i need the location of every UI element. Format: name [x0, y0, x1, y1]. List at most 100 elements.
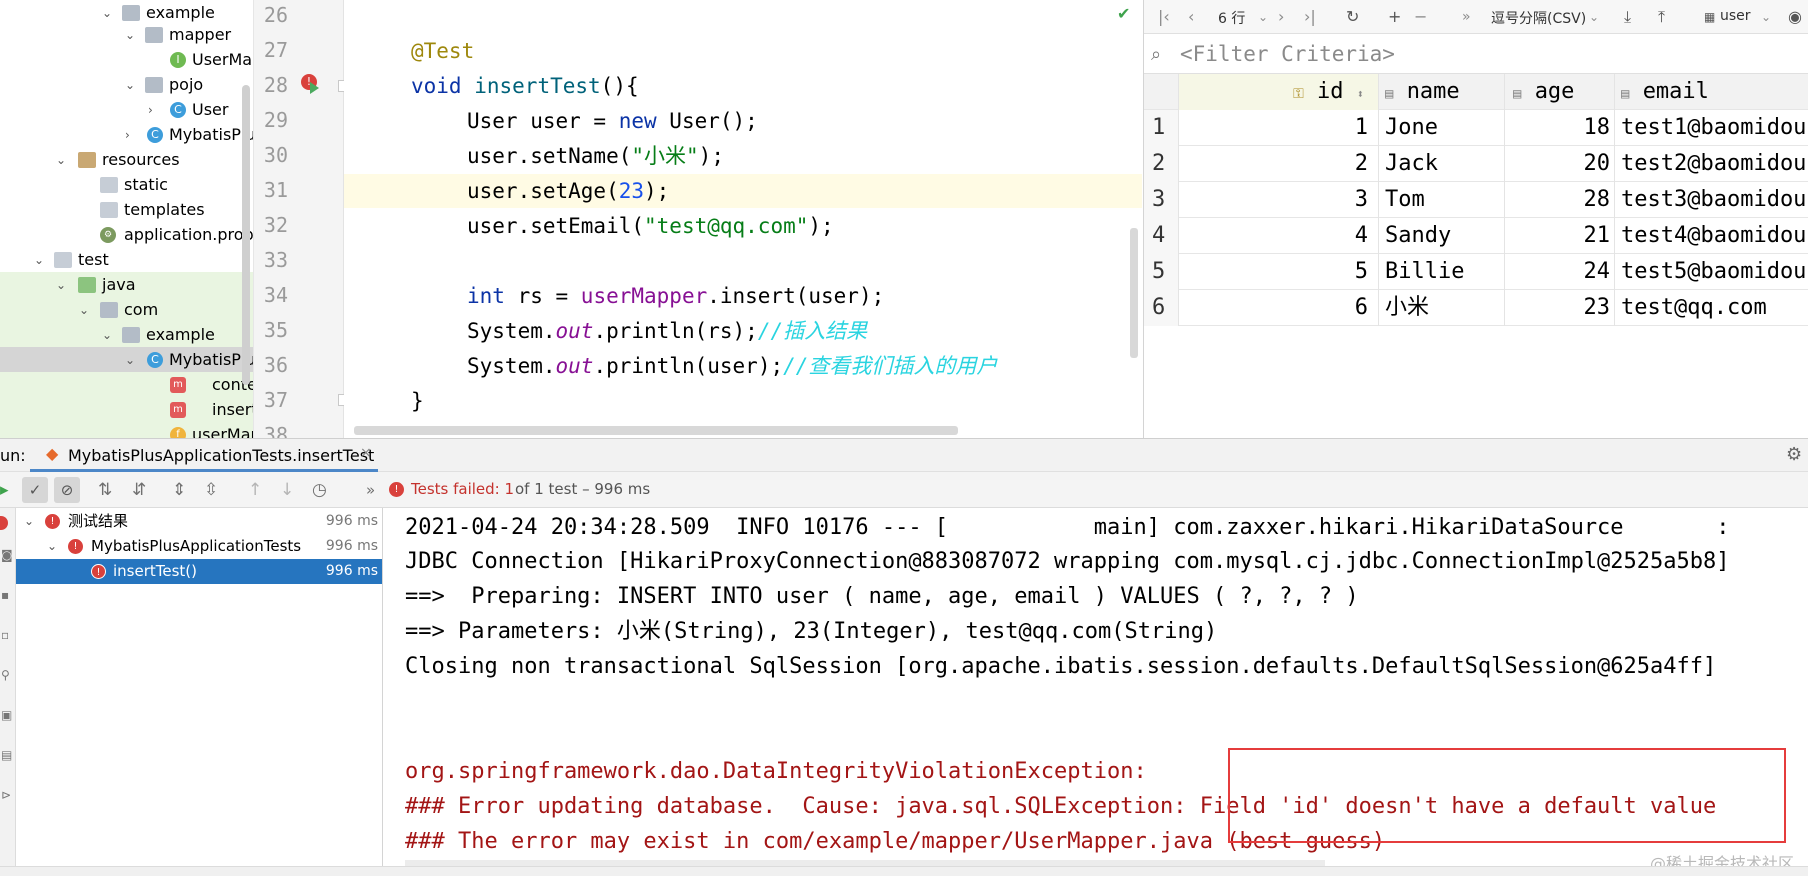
- tree-item-mapper[interactable]: ⌄ mapper: [0, 22, 253, 47]
- next-failed-icon[interactable]: ↓: [280, 480, 294, 500]
- previous-failed-icon[interactable]: ↑: [248, 480, 262, 500]
- tree-item-pojo[interactable]: ⌄ pojo: [0, 72, 253, 97]
- tree-item-tests-class[interactable]: ⌄ C MybatisPlusApplicationTests: [0, 347, 253, 372]
- refresh-icon[interactable]: ↻: [1346, 7, 1359, 26]
- cell-age[interactable]: 23: [1505, 290, 1615, 326]
- cell-id[interactable]: 2: [1179, 146, 1379, 182]
- test-node-root[interactable]: ⌄ ! 测试结果 996 ms: [16, 509, 382, 534]
- column-header-email[interactable]: ▤ email: [1615, 74, 1808, 110]
- first-page-icon[interactable]: |‹: [1158, 7, 1170, 26]
- table-row[interactable]: 1 1 Jone 18 test1@baomidou.com: [1144, 110, 1808, 146]
- chevron-down-icon[interactable]: ⌄: [24, 509, 34, 534]
- code-editor[interactable]: @Test void insertTest(){ User user = new…: [344, 0, 1142, 438]
- show-ignored-toggle[interactable]: ⊘: [54, 477, 80, 503]
- tree-scrollbar[interactable]: [242, 85, 250, 385]
- last-page-icon[interactable]: ›|: [1304, 7, 1316, 26]
- tree-item-application[interactable]: › C MybatisPlusApplication: [0, 122, 253, 147]
- check-icon[interactable]: ✔: [1117, 4, 1130, 23]
- next-page-icon[interactable]: ›: [1278, 7, 1284, 26]
- rerun-icon[interactable]: ▸: [0, 480, 9, 500]
- settings-icon[interactable]: ▤: [1, 748, 12, 762]
- filter-criteria-input[interactable]: ⌕ <Filter Criteria>: [1144, 34, 1808, 74]
- cell-email[interactable]: test4@baomidou.com: [1615, 218, 1808, 254]
- show-passed-toggle[interactable]: ✓: [22, 477, 48, 503]
- chevron-down-icon[interactable]: ⌄: [47, 534, 57, 559]
- pin-tab-icon[interactable]: ⊳: [1, 788, 11, 802]
- more-icon[interactable]: »: [366, 481, 375, 499]
- tree-item-resources[interactable]: ⌄ resources: [0, 147, 253, 172]
- camera-icon[interactable]: ◙: [1, 548, 13, 562]
- tree-item-user[interactable]: › C User: [0, 97, 253, 122]
- cell-age[interactable]: 21: [1505, 218, 1615, 254]
- layout-icon[interactable]: ▣: [1, 708, 12, 722]
- run-tab[interactable]: MybatisPlusApplicationTests.insertTest: [68, 446, 374, 465]
- cell-age[interactable]: 18: [1505, 110, 1615, 146]
- column-header-age[interactable]: ▤ age: [1505, 74, 1615, 110]
- cell-email[interactable]: test2@baomidou.com: [1615, 146, 1808, 182]
- add-row-icon[interactable]: +: [1388, 7, 1401, 26]
- upload-icon[interactable]: ⤒: [1658, 7, 1665, 27]
- pin-icon[interactable]: ⚲: [1, 668, 10, 682]
- chevron-down-icon[interactable]: ⌄: [1258, 10, 1268, 24]
- cell-email[interactable]: test1@baomidou.com: [1615, 110, 1808, 146]
- close-tab-icon[interactable]: ×: [360, 445, 372, 461]
- cell-id[interactable]: 5: [1179, 254, 1379, 290]
- test-node-method[interactable]: ! insertTest() 996 ms: [16, 559, 382, 584]
- tree-item-test[interactable]: ⌄ test: [0, 247, 253, 272]
- tree-item-com[interactable]: ⌄ com: [0, 297, 253, 322]
- chevron-down-icon[interactable]: ⌄: [34, 254, 44, 266]
- column-header-id[interactable]: ⚿ id ⬍: [1179, 74, 1379, 110]
- cell-id[interactable]: 6: [1179, 290, 1379, 326]
- table-row[interactable]: 5 5 Billie 24 test5@baomidou.com: [1144, 254, 1808, 290]
- sort-alpha-icon[interactable]: ⇅: [98, 480, 112, 500]
- cell-id[interactable]: 3: [1179, 182, 1379, 218]
- chevron-down-icon[interactable]: ⌄: [125, 79, 135, 91]
- expand-all-icon[interactable]: ⇕: [172, 480, 186, 500]
- export-icon[interactable]: ▫: [1, 628, 9, 642]
- collapse-all-icon[interactable]: ⇳: [204, 480, 218, 500]
- gear-icon[interactable]: ⚙: [1786, 444, 1802, 465]
- download-icon[interactable]: ⤓: [1624, 7, 1631, 27]
- cell-age[interactable]: 24: [1505, 254, 1615, 290]
- tree-item-usermapper[interactable]: I UserMapper: [0, 47, 253, 72]
- editor-horizontal-scrollbar[interactable]: [354, 426, 958, 435]
- test-node-class[interactable]: ⌄ ! MybatisPlusApplicationTests 996 ms: [16, 534, 382, 559]
- export-format-dropdown[interactable]: 逗号分隔(CSV): [1491, 8, 1586, 28]
- chevron-right-icon[interactable]: ›: [148, 104, 158, 116]
- cell-email[interactable]: test@qq.com: [1615, 290, 1808, 326]
- cell-age[interactable]: 28: [1505, 182, 1615, 218]
- table-row[interactable]: 6 6 小米 23 test@qq.com: [1144, 290, 1808, 326]
- run-arrow-icon[interactable]: [310, 82, 319, 94]
- chevron-down-icon[interactable]: ⌄: [79, 304, 89, 316]
- cell-name[interactable]: Tom: [1379, 182, 1505, 218]
- sort-duration-icon[interactable]: ⇵: [132, 480, 146, 500]
- table-row[interactable]: 4 4 Sandy 21 test4@baomidou.com: [1144, 218, 1808, 254]
- tree-item-application-properties[interactable]: ⚙ application.properties: [0, 222, 253, 247]
- chevron-down-icon[interactable]: ⌄: [125, 29, 135, 41]
- chevron-down-icon[interactable]: ⌄: [56, 279, 66, 291]
- delete-row-icon[interactable]: −: [1414, 7, 1427, 26]
- cell-name[interactable]: Sandy: [1379, 218, 1505, 254]
- table-selector[interactable]: user: [1720, 8, 1751, 24]
- cell-name[interactable]: Billie: [1379, 254, 1505, 290]
- tree-item-inserttest[interactable]: m insertTest: [0, 397, 253, 422]
- tree-item-usermapper-field[interactable]: f userMapper: [0, 422, 253, 438]
- tree-item-java[interactable]: ⌄ java: [0, 272, 253, 297]
- table-row[interactable]: 2 2 Jack 20 test2@baomidou.com: [1144, 146, 1808, 182]
- cell-id[interactable]: 4: [1179, 218, 1379, 254]
- chevron-down-icon[interactable]: ⌄: [1761, 10, 1771, 24]
- cell-email[interactable]: test3@baomidou.com: [1615, 182, 1808, 218]
- history-icon[interactable]: ◷: [312, 480, 327, 500]
- stop-icon[interactable]: ▪: [1, 588, 9, 602]
- chevron-down-icon[interactable]: ⌄: [1589, 10, 1599, 24]
- chevron-right-icon[interactable]: ›: [125, 129, 135, 141]
- column-header-name[interactable]: ▤ name: [1379, 74, 1505, 110]
- tree-item-example-test[interactable]: ⌄ example: [0, 322, 253, 347]
- chevron-down-icon[interactable]: ⌄: [56, 154, 66, 166]
- tree-item-templates[interactable]: templates: [0, 197, 253, 222]
- cell-age[interactable]: 20: [1505, 146, 1615, 182]
- cell-name[interactable]: 小米: [1379, 290, 1505, 326]
- chevron-down-icon[interactable]: ⌄: [125, 354, 135, 366]
- sort-icon[interactable]: ⬍: [1357, 87, 1364, 101]
- tree-item-static[interactable]: static: [0, 172, 253, 197]
